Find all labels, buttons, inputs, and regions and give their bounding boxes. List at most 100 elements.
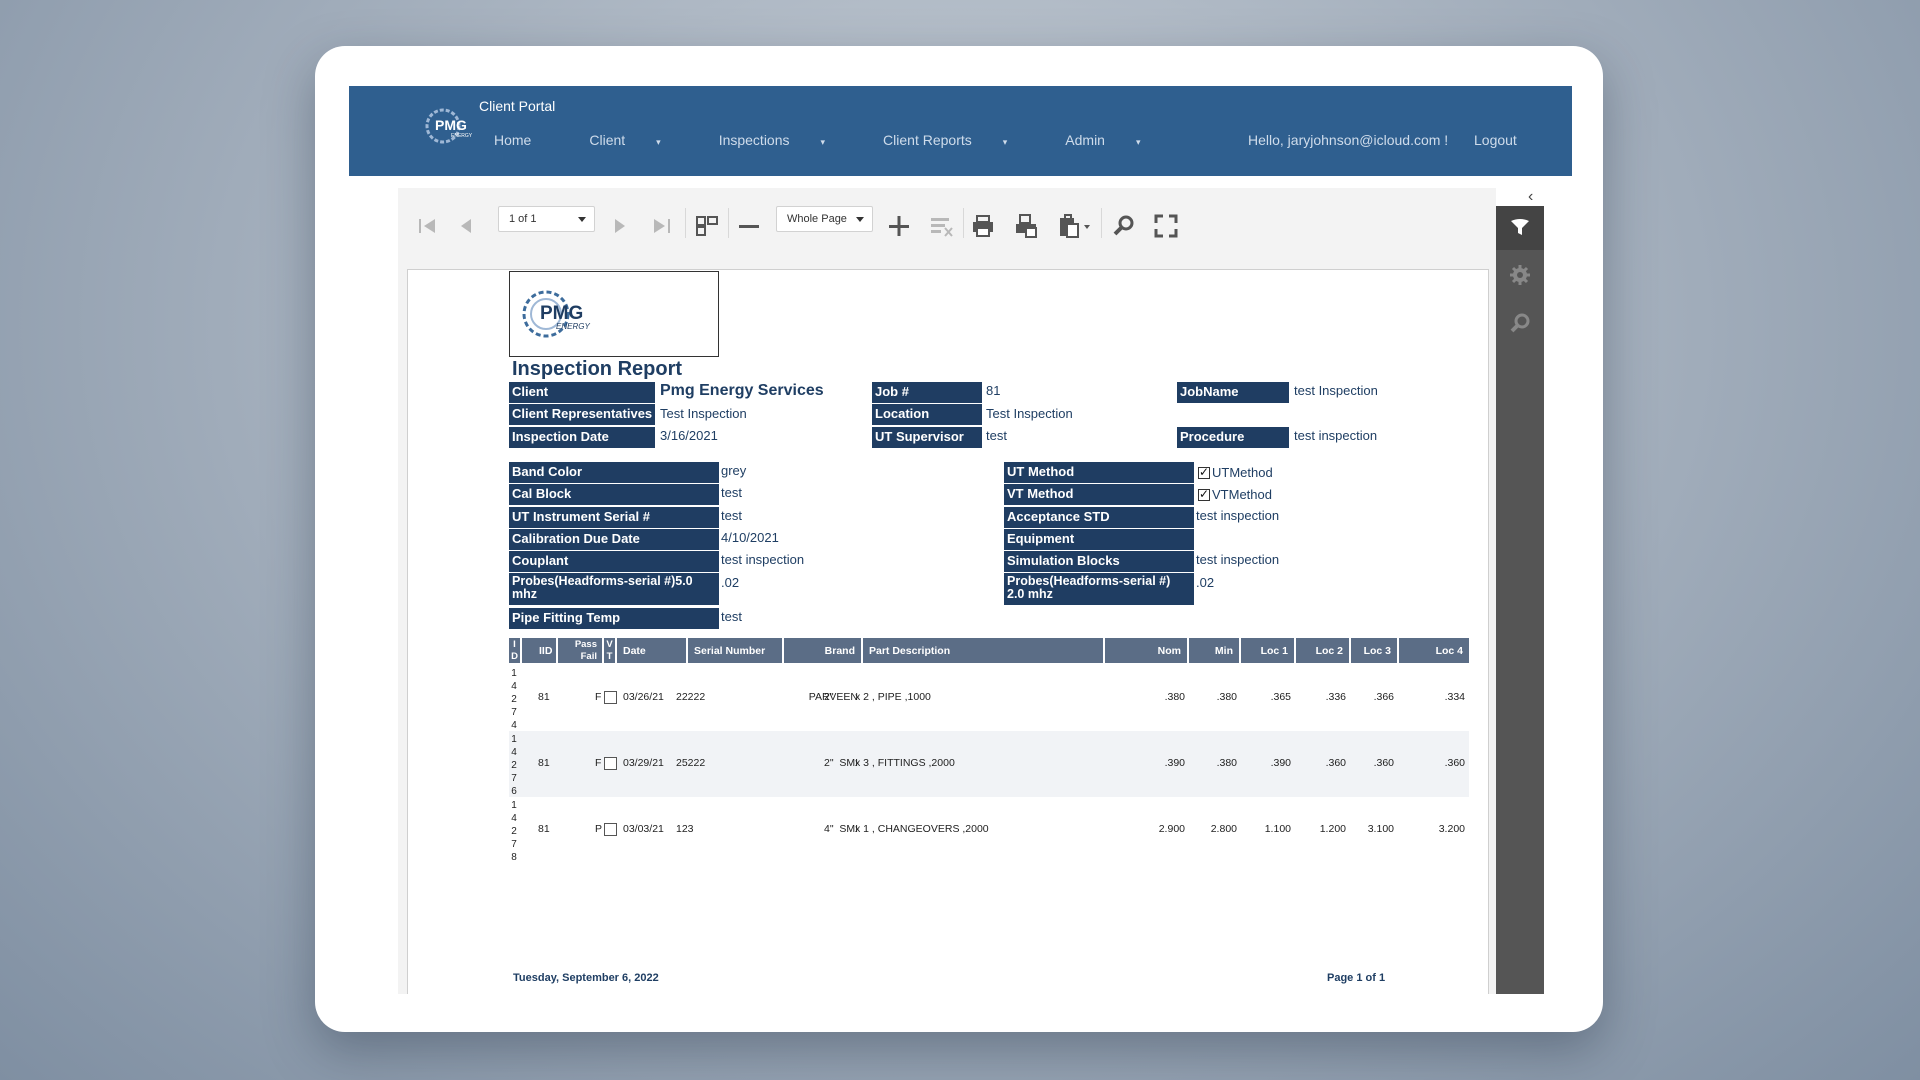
next-page-icon[interactable] — [606, 212, 634, 240]
gear-icon[interactable] — [1509, 264, 1531, 286]
client-label: Client — [509, 382, 655, 403]
logout-link[interactable]: Logout — [1474, 132, 1517, 148]
table-row: 14278 81 P 03/03/21 123 SMI 4" x 1 , CHA… — [509, 797, 1469, 863]
nav-client[interactable]: Client ▾ — [589, 132, 689, 148]
detail-value: .02 — [1196, 575, 1215, 590]
pmg-logo[interactable]: PMG ENERGY — [421, 104, 477, 148]
cell-serial: 22222 — [676, 691, 706, 703]
cell-part: x 2 , PIPE ,1000 — [855, 691, 931, 703]
first-page-icon[interactable] — [413, 212, 441, 240]
report-page: PMG ENERGY Inspection Report Client Pmg … — [407, 269, 1489, 994]
inspection-date-value: 3/16/2021 — [660, 428, 718, 443]
col-header-iid: IID — [522, 638, 556, 663]
detail-label: Equipment — [1004, 529, 1194, 550]
detail-label: Cal Block — [509, 484, 719, 505]
zoom-select[interactable]: Whole Page — [776, 206, 873, 232]
caret-down-icon: ▾ — [656, 137, 661, 147]
cell-part: x 3 , FITTINGS ,2000 — [855, 757, 955, 769]
col-header-loc3: Loc 3 — [1351, 638, 1397, 663]
caret-down-icon: ▾ — [1135, 137, 1141, 147]
zoom-select-value: Whole Page — [787, 213, 847, 225]
detail-label: UT Instrument Serial # — [509, 507, 719, 528]
portal-title[interactable]: Client Portal — [479, 98, 555, 114]
dropdown-arrow-icon — [856, 217, 864, 222]
footer-page-number: Page 1 of 1 — [1327, 972, 1386, 984]
previous-page-icon[interactable] — [452, 212, 480, 240]
print-page-icon[interactable] — [1012, 212, 1040, 240]
user-greeting[interactable]: Hello, jaryjohnson@icloud.com ! — [1248, 132, 1448, 148]
parameters-tab[interactable] — [1496, 206, 1544, 250]
cell-date: 03/29/21 — [623, 757, 664, 769]
cell-brand: PARVEEN — [808, 691, 858, 703]
cell-loc3: 3.100 — [1367, 823, 1394, 835]
detail-label: Acceptance STD — [1004, 507, 1194, 528]
print-icon[interactable] — [969, 212, 997, 240]
fullscreen-icon[interactable] — [1152, 212, 1180, 240]
report-logo-box: PMG ENERGY — [509, 271, 719, 357]
search-icon[interactable] — [1110, 212, 1138, 240]
detail-label: Simulation Blocks — [1004, 551, 1194, 572]
nav-home[interactable]: Home — [494, 132, 560, 148]
page-select-value: 1 of 1 — [509, 213, 537, 225]
highlight-editing-icon[interactable] — [927, 212, 955, 240]
zoom-in-icon[interactable] — [885, 212, 913, 240]
top-navbar: PMG ENERGY Client Portal Home Client ▾ In… — [349, 86, 1572, 176]
page-select[interactable]: 1 of 1 — [498, 206, 595, 232]
col-header-serial: Serial Number — [688, 638, 782, 663]
cell-loc4: .360 — [1444, 757, 1465, 769]
cell-loc4: .334 — [1444, 691, 1465, 703]
cell-brand: SMI — [839, 757, 858, 769]
cell-pass-fail: F — [595, 691, 602, 703]
toolbar-separator — [963, 208, 964, 238]
nav-client-reports[interactable]: Client Reports ▾ — [883, 132, 1036, 148]
detail-value: test — [721, 485, 742, 500]
cell-iid: 81 — [538, 757, 550, 769]
detail-label: Band Color — [509, 462, 719, 483]
detail-label: Calibration Due Date — [509, 529, 719, 550]
nav-inspections[interactable]: Inspections ▾ — [719, 132, 854, 148]
cell-pass-fail: P — [595, 823, 603, 835]
caret-down-icon: ▾ — [1002, 137, 1008, 147]
col-header-loc2: Loc 2 — [1296, 638, 1349, 663]
inspection-date-label: Inspection Date — [509, 427, 655, 448]
logo-subtext: ENERGY — [556, 322, 590, 331]
reps-label: Client Representatives — [509, 404, 655, 425]
job-label: Job # — [872, 382, 982, 403]
location-value: Test Inspection — [986, 406, 1073, 421]
nav-client-reports-label: Client Reports — [883, 132, 972, 148]
nav-client-label: Client — [589, 132, 626, 148]
vt-checkbox[interactable] — [604, 691, 617, 704]
multi-page-icon[interactable] — [693, 212, 721, 240]
location-label: Location — [872, 404, 982, 425]
cell-loc3: .360 — [1373, 757, 1394, 769]
vt-checkbox[interactable] — [604, 757, 617, 770]
cell-size: 4" — [824, 823, 834, 835]
svg-text:ENERGY: ENERGY — [451, 133, 473, 139]
viewer-side-panel — [1496, 206, 1544, 994]
detail-value: VTMethod — [1212, 487, 1272, 502]
search-icon[interactable] — [1509, 312, 1531, 334]
cell-date: 03/03/21 — [623, 823, 664, 835]
zoom-out-icon[interactable] — [735, 212, 763, 240]
detail-value: grey — [721, 463, 747, 478]
logo-text: PMG — [540, 303, 583, 324]
client-value: Pmg Energy Services — [660, 382, 824, 399]
cell-serial: 123 — [676, 823, 694, 835]
viewer-toolbar: 1 of 1 Whole Page — [398, 188, 1496, 268]
nav-admin[interactable]: Admin ▾ — [1065, 132, 1169, 148]
detail-value: UTMethod — [1212, 465, 1273, 480]
cell-pass-fail: F — [595, 757, 602, 769]
collapse-panel-icon[interactable]: ‹ — [1528, 188, 1533, 206]
col-header-vt: V T — [604, 638, 615, 663]
vt-method-checkbox: VTMethod — [1198, 487, 1272, 502]
last-page-icon[interactable] — [648, 212, 676, 240]
export-icon[interactable] — [1056, 212, 1094, 240]
vt-checkbox[interactable] — [604, 823, 617, 836]
cell-size: 2" — [824, 757, 834, 769]
pmg-energy-logo: PMG ENERGY — [522, 290, 590, 338]
cell-serial: 25222 — [676, 757, 706, 769]
checkbox-checked-icon — [1198, 487, 1210, 502]
col-header-loc1: Loc 1 — [1241, 638, 1294, 663]
col-header-brand: Brand — [784, 638, 861, 663]
col-header-min: Min — [1189, 638, 1239, 663]
